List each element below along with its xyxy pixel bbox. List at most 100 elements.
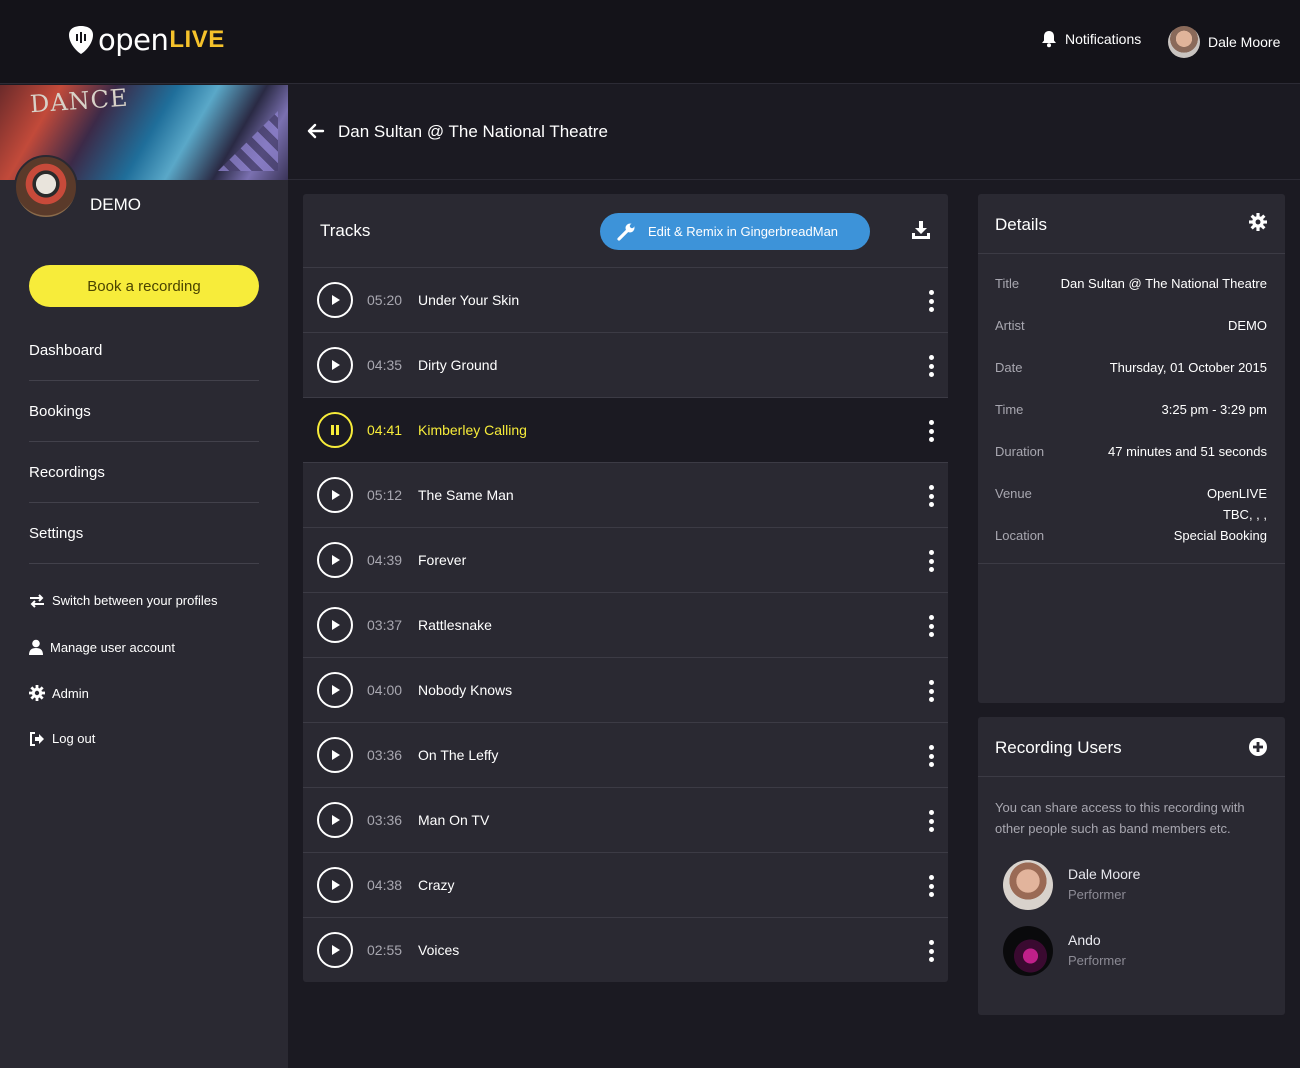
edit-remix-button[interactable]: Edit & Remix in GingerbreadMan <box>600 213 870 250</box>
track-duration: 05:20 <box>367 292 403 308</box>
track-menu-icon[interactable] <box>927 680 935 702</box>
recording-user-name: Ando <box>1068 932 1101 948</box>
recording-users-description: You can share access to this recording w… <box>995 800 1245 836</box>
detail-value: DEMO <box>1228 318 1267 333</box>
track-name: Under Your Skin <box>418 292 520 308</box>
sidebar-item-dashboard[interactable]: Dashboard <box>29 320 259 381</box>
detail-label: Time <box>995 402 1024 417</box>
divider <box>978 563 1285 564</box>
bell-icon <box>1042 31 1056 48</box>
recording-user-role: Performer <box>1068 887 1126 902</box>
recording-user-item[interactable]: Dale Moore Performer <box>1003 860 1263 910</box>
detail-label: Venue <box>995 486 1032 501</box>
track-row[interactable]: 03:37 Rattlesnake <box>303 593 948 658</box>
track-row[interactable]: 03:36 Man On TV <box>303 788 948 853</box>
track-menu-icon[interactable] <box>927 420 935 442</box>
detail-label: Location <box>995 528 1045 543</box>
tracks-header: Tracks Edit & Remix in GingerbreadMan <box>303 194 948 268</box>
track-row[interactable]: 04:00 Nobody Knows <box>303 658 948 723</box>
detail-value: Special Booking <box>1173 528 1267 543</box>
play-button[interactable] <box>317 802 353 838</box>
track-menu-icon[interactable] <box>927 615 935 637</box>
tracks-panel: Tracks Edit & Remix in GingerbreadMan 05… <box>303 194 948 982</box>
play-icon <box>332 880 340 890</box>
play-button[interactable] <box>317 672 353 708</box>
play-button[interactable] <box>317 282 353 318</box>
track-menu-icon[interactable] <box>927 745 935 767</box>
track-duration: 03:36 <box>367 812 403 828</box>
track-duration: 04:41 <box>367 422 403 438</box>
tracks-title: Tracks <box>320 221 371 240</box>
track-menu-icon[interactable] <box>927 485 935 507</box>
settings-gear-icon[interactable] <box>1249 213 1267 231</box>
user-menu[interactable]: Dale Moore <box>1168 26 1280 58</box>
play-button[interactable] <box>317 542 353 578</box>
sidebar-item-bookings[interactable]: Bookings <box>29 381 259 442</box>
notifications-link[interactable]: Notifications <box>1040 30 1141 48</box>
play-icon <box>332 685 340 695</box>
track-name: The Same Man <box>418 487 514 503</box>
switch-icon <box>30 593 44 608</box>
logout-label: Log out <box>52 731 96 746</box>
track-row[interactable]: 04:39 Forever <box>303 528 948 593</box>
track-menu-icon[interactable] <box>927 355 935 377</box>
switch-profiles-label: Switch between your profiles <box>52 593 218 608</box>
track-name: Nobody Knows <box>418 682 513 698</box>
track-row[interactable]: 03:36 On The Leffy <box>303 723 948 788</box>
track-name: Voices <box>418 942 460 958</box>
track-name: Crazy <box>418 877 455 893</box>
notifications-label: Notifications <box>1065 31 1142 47</box>
admin-link[interactable]: Admin <box>29 685 269 701</box>
play-icon <box>332 620 340 630</box>
details-panel: Details Title Dan Sultan @ The National … <box>978 194 1285 703</box>
track-menu-icon[interactable] <box>927 810 935 832</box>
back-arrow-icon[interactable] <box>307 122 325 140</box>
top-bar: open LIVE Notifications Dale Moore <box>0 0 1300 84</box>
track-menu-icon[interactable] <box>927 550 935 572</box>
logo-open-text: open <box>98 23 169 57</box>
track-row[interactable]: 02:55 Voices <box>303 918 948 983</box>
download-icon[interactable] <box>911 220 931 240</box>
detail-label: Duration <box>995 444 1045 459</box>
venue-line-1: OpenLIVE <box>1207 486 1267 501</box>
pause-button[interactable] <box>317 412 353 448</box>
track-list: 05:20 Under Your Skin 04:35 Dirty Ground 04:… <box>303 268 948 983</box>
track-row[interactable]: 04:35 Dirty Ground <box>303 333 948 398</box>
admin-label: Admin <box>52 685 89 701</box>
track-row[interactable]: 05:20 Under Your Skin <box>303 268 948 333</box>
play-button[interactable] <box>317 607 353 643</box>
track-row[interactable]: 05:12 The Same Man <box>303 463 948 528</box>
manage-account-link[interactable]: Manage user account <box>29 639 269 655</box>
guitar-pick-icon <box>69 26 93 54</box>
profile-avatar[interactable] <box>14 155 78 219</box>
track-duration: 02:55 <box>367 942 403 958</box>
avatar <box>1003 926 1053 976</box>
edit-remix-label: Edit & Remix in GingerbreadMan <box>648 224 839 239</box>
wrench-icon <box>617 223 635 241</box>
play-button[interactable] <box>317 737 353 773</box>
add-user-icon[interactable] <box>1248 737 1268 757</box>
switch-profiles-link[interactable]: Switch between your profiles <box>29 593 269 608</box>
track-row[interactable]: 04:38 Crazy <box>303 853 948 918</box>
track-name: Man On TV <box>418 812 490 828</box>
book-recording-button[interactable]: Book a recording <box>29 265 259 307</box>
user-icon <box>29 639 43 655</box>
recording-user-item[interactable]: Ando Performer <box>1003 926 1263 976</box>
track-name: On The Leffy <box>418 747 499 763</box>
track-menu-icon[interactable] <box>927 940 935 962</box>
play-button[interactable] <box>317 932 353 968</box>
track-row[interactable]: 04:41 Kimberley Calling <box>303 398 948 463</box>
openlive-logo[interactable]: open LIVE <box>68 22 225 58</box>
detail-label: Title <box>995 276 1020 291</box>
play-button[interactable] <box>317 867 353 903</box>
detail-value: OpenLIVE TBC, , , <box>1207 483 1267 525</box>
sidebar-item-recordings[interactable]: Recordings <box>29 442 259 503</box>
play-button[interactable] <box>317 477 353 513</box>
logout-link[interactable]: Log out <box>29 731 269 746</box>
venue-line-2: TBC, , , <box>1222 507 1267 522</box>
play-button[interactable] <box>317 347 353 383</box>
track-menu-icon[interactable] <box>927 875 935 897</box>
track-name: Kimberley Calling <box>418 422 527 438</box>
track-menu-icon[interactable] <box>927 290 935 312</box>
sidebar-item-settings[interactable]: Settings <box>29 503 259 564</box>
